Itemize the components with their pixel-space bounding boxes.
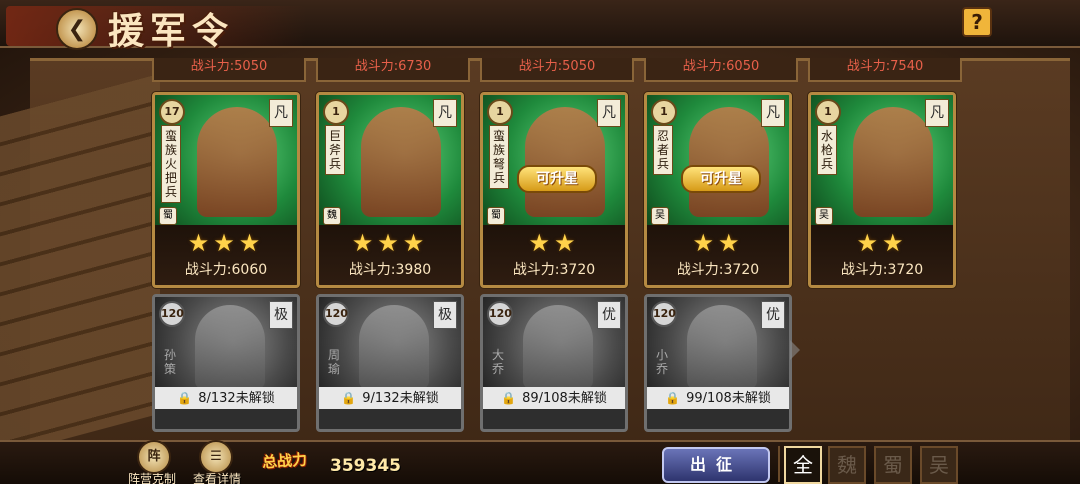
page-title: 援军令 xyxy=(108,10,235,52)
scroll-right-icon[interactable] xyxy=(790,340,800,360)
view-details-label[interactable]: 查看详情 xyxy=(193,470,241,484)
level-badge: 120 xyxy=(159,301,185,327)
hero-portrait xyxy=(523,305,593,389)
upgrade-star-badge[interactable]: 可升星 xyxy=(517,165,597,193)
unit-power: 战斗力:3720 xyxy=(512,262,596,278)
locked-hero-card[interactable]: 120 优 大乔 🔒 89/108未解锁 xyxy=(480,294,628,432)
unlock-progress: 🔒 99/108未解锁 xyxy=(647,387,789,409)
unit-card[interactable]: 1 凡 水枪兵 吴 ★★ 战斗力:3720 xyxy=(808,92,956,288)
unit-name: 水枪兵 xyxy=(817,125,837,175)
level-badge: 120 xyxy=(323,301,349,327)
locked-hero-card[interactable]: 120 优 小乔 🔒 99/108未解锁 xyxy=(644,294,792,432)
prev-row-power: 战斗力:5050 xyxy=(480,58,634,82)
unit-portrait xyxy=(361,107,441,217)
rank-badge: 凡 xyxy=(761,99,785,127)
rank-badge: 极 xyxy=(269,301,293,329)
faction-badge: 蜀 xyxy=(487,207,505,225)
total-power-label: 总战力 xyxy=(261,450,308,472)
unlock-progress-text: 8/132未解锁 xyxy=(198,391,275,406)
rank-badge: 凡 xyxy=(433,99,457,127)
rank-badge: 极 xyxy=(433,301,457,329)
unlock-progress-text: 9/132未解锁 xyxy=(362,391,439,406)
faction-badge: 吴 xyxy=(651,207,669,225)
unit-card[interactable]: 1 凡 蛮族弩兵 蜀 可升星 ★★ 战斗力:3720 xyxy=(480,92,628,288)
faction-badge: 蜀 xyxy=(159,207,177,225)
unit-card[interactable]: 1 凡 巨斧兵 魏 ★★★ 战斗力:3980 xyxy=(316,92,464,288)
unlock-progress: 🔒 9/132未解锁 xyxy=(319,387,461,409)
top-bar: ❮ 援军令 ? xyxy=(0,0,1080,52)
unit-name: 忍者兵 xyxy=(653,125,673,175)
star-rating: ★★ xyxy=(692,229,744,257)
hero-name: 孙策 xyxy=(163,348,176,376)
unit-name: 巨斧兵 xyxy=(325,125,345,175)
hero-name: 周瑜 xyxy=(327,348,340,376)
upgrade-star-badge[interactable]: 可升星 xyxy=(681,165,761,193)
deploy-button[interactable]: 出征 xyxy=(662,447,770,483)
unit-portrait xyxy=(853,107,933,217)
filter-all-button[interactable]: 全 xyxy=(784,446,822,484)
faction-badge: 魏 xyxy=(323,207,341,225)
bamboo-scroll-decoration xyxy=(0,73,160,457)
level-badge: 1 xyxy=(651,99,677,125)
rank-badge: 优 xyxy=(597,301,621,329)
lock-icon: 🔒 xyxy=(341,391,357,405)
formation-counter-label[interactable]: 阵营克制 xyxy=(128,470,176,484)
unit-portrait xyxy=(525,107,605,217)
star-rating: ★★ xyxy=(528,229,580,257)
level-badge: 17 xyxy=(159,99,185,125)
unlock-progress: 🔒 89/108未解锁 xyxy=(483,387,625,409)
unit-portrait xyxy=(689,107,769,217)
locked-hero-card[interactable]: 120 极 周瑜 🔒 9/132未解锁 xyxy=(316,294,464,432)
lock-icon: 🔒 xyxy=(177,391,193,405)
hero-name: 小乔 xyxy=(655,348,668,376)
help-icon[interactable]: ? xyxy=(962,7,992,37)
level-badge: 120 xyxy=(487,301,513,327)
unit-power: 战斗力:6060 xyxy=(184,262,268,278)
level-badge: 1 xyxy=(487,99,513,125)
hero-name: 大乔 xyxy=(491,348,504,376)
rank-badge: 凡 xyxy=(925,99,949,127)
star-rating: ★★★ xyxy=(351,229,429,257)
hero-portrait xyxy=(195,305,265,389)
unit-card[interactable]: 1 凡 忍者兵 吴 可升星 ★★ 战斗力:3720 xyxy=(644,92,792,288)
prev-row-power: 战斗力:5050 xyxy=(152,58,306,82)
star-rating: ★★★ xyxy=(187,229,265,257)
level-badge: 120 xyxy=(651,301,677,327)
filter-wu-button[interactable]: 吴 xyxy=(920,446,958,484)
rank-badge: 凡 xyxy=(269,99,293,127)
unit-power: 战斗力:3980 xyxy=(348,262,432,278)
unlock-progress: 🔒 8/132未解锁 xyxy=(155,387,297,409)
unlock-progress-text: 89/108未解锁 xyxy=(522,391,607,406)
level-badge: 1 xyxy=(815,99,841,125)
unit-name: 蛮族火把兵 xyxy=(161,125,181,203)
locked-hero-card[interactable]: 120 极 孙策 🔒 8/132未解锁 xyxy=(152,294,300,432)
hero-portrait xyxy=(687,305,757,389)
total-power-value: 359345 xyxy=(330,456,401,476)
back-arrow-icon[interactable]: ❮ xyxy=(56,8,98,50)
lock-icon: 🔒 xyxy=(665,391,681,405)
view-details-icon[interactable]: ☰ xyxy=(199,440,233,474)
formation-counter-icon[interactable]: 阵 xyxy=(137,440,171,474)
unit-card[interactable]: 17 凡 蛮族火把兵 蜀 ★★★ 战斗力:6060 xyxy=(152,92,300,288)
faction-badge: 吴 xyxy=(815,207,833,225)
prev-row-power: 战斗力:6730 xyxy=(316,58,470,82)
rank-badge: 凡 xyxy=(597,99,621,127)
unlock-progress-text: 99/108未解锁 xyxy=(686,391,771,406)
filter-divider xyxy=(778,446,780,482)
prev-row-power: 战斗力:6050 xyxy=(644,58,798,82)
filter-wei-button[interactable]: 魏 xyxy=(828,446,866,484)
level-badge: 1 xyxy=(323,99,349,125)
hero-portrait xyxy=(359,305,429,389)
game-scene: ❮ 援军令 ? 战斗力:5050 战斗力:6730 战斗力:5050 战斗力:6… xyxy=(0,0,1080,484)
star-rating: ★★ xyxy=(856,229,908,257)
lock-icon: 🔒 xyxy=(501,391,517,405)
unit-power: 战斗力:3720 xyxy=(676,262,760,278)
prev-row-power: 战斗力:7540 xyxy=(808,58,962,82)
unit-name: 蛮族弩兵 xyxy=(489,125,509,189)
filter-shu-button[interactable]: 蜀 xyxy=(874,446,912,484)
rank-badge: 优 xyxy=(761,301,785,329)
unit-power: 战斗力:3720 xyxy=(840,262,924,278)
unit-portrait xyxy=(197,107,277,217)
